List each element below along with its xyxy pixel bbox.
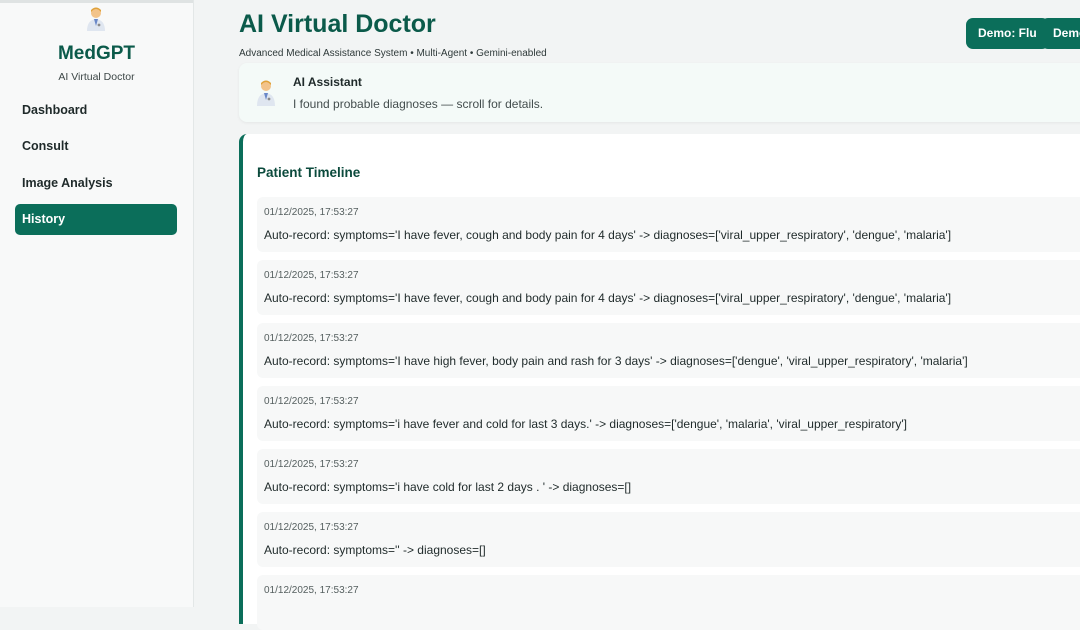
sidebar-item-dashboard[interactable]: Dashboard [15, 95, 177, 126]
timeline-entry: 01/12/2025, 17:53:27 Auto-record: sympto… [257, 197, 1080, 252]
timeline-entry: 01/12/2025, 17:53:27 Auto-record: sympto… [257, 260, 1080, 315]
entry-timestamp: 01/12/2025, 17:53:27 [264, 270, 359, 281]
timeline-entry: 01/12/2025, 17:53:27 Auto-record: sympto… [257, 512, 1080, 567]
page-title: AI Virtual Doctor [239, 10, 436, 38]
entry-text: Auto-record: symptoms='I have fever, cou… [264, 228, 952, 242]
entry-timestamp: 01/12/2025, 17:53:27 [264, 333, 359, 344]
assistant-name: AI Assistant [293, 75, 362, 89]
entry-timestamp: 01/12/2025, 17:53:27 [264, 459, 359, 470]
brand-name: MedGPT [57, 43, 136, 64]
doctor-avatar-icon [87, 7, 105, 31]
entry-timestamp: 01/12/2025, 17:53:27 [264, 522, 359, 533]
entry-timestamp: 01/12/2025, 17:53:27 [264, 207, 359, 218]
timeline-entry: 01/12/2025, 17:53:27 Auto-record: sympto… [257, 323, 1080, 378]
brand-subtitle: AI Virtual Doctor [58, 71, 135, 83]
sidebar-item-image-analysis[interactable]: Image Analysis [15, 168, 177, 199]
timeline-entry: 01/12/2025, 17:53:27 Auto-record: sympto… [257, 449, 1080, 504]
demo-button[interactable]: Demo [1041, 18, 1080, 49]
timeline-entry: 01/12/2025, 17:53:27 Auto-record: sympto… [257, 386, 1080, 441]
entry-timestamp: 01/12/2025, 17:53:27 [264, 585, 359, 596]
sidebar-item-history[interactable]: History [15, 204, 177, 235]
entry-text: Auto-record: symptoms='i have cold for l… [264, 480, 632, 494]
sidebar-item-consult[interactable]: Consult [15, 131, 177, 162]
assistant-message: I found probable diagnoses — scroll for … [293, 97, 544, 111]
entry-timestamp: 01/12/2025, 17:53:27 [264, 396, 359, 407]
timeline-entry: 01/12/2025, 17:53:27 [257, 575, 1080, 630]
patient-timeline-card: Patient Timeline 01/12/2025, 17:53:27 Au… [239, 134, 1080, 630]
entry-text: Auto-record: symptoms='i have fever and … [264, 417, 907, 431]
page-subtitle: Advanced Medical Assistance System • Mul… [239, 48, 547, 59]
demo-flu-button[interactable]: Demo: Flu [966, 18, 1049, 49]
entry-text: Auto-record: symptoms='I have high fever… [264, 354, 968, 368]
entry-text: Auto-record: symptoms='I have fever, cou… [264, 291, 952, 305]
timeline-title: Patient Timeline [257, 165, 361, 180]
doctor-avatar-icon [257, 80, 275, 106]
sidebar: MedGPT AI Virtual Doctor Dashboard Consu… [0, 0, 194, 607]
entry-text: Auto-record: symptoms='' -> diagnoses=[] [264, 543, 486, 557]
assistant-message-card: AI Assistant I found probable diagnoses … [239, 63, 1080, 122]
